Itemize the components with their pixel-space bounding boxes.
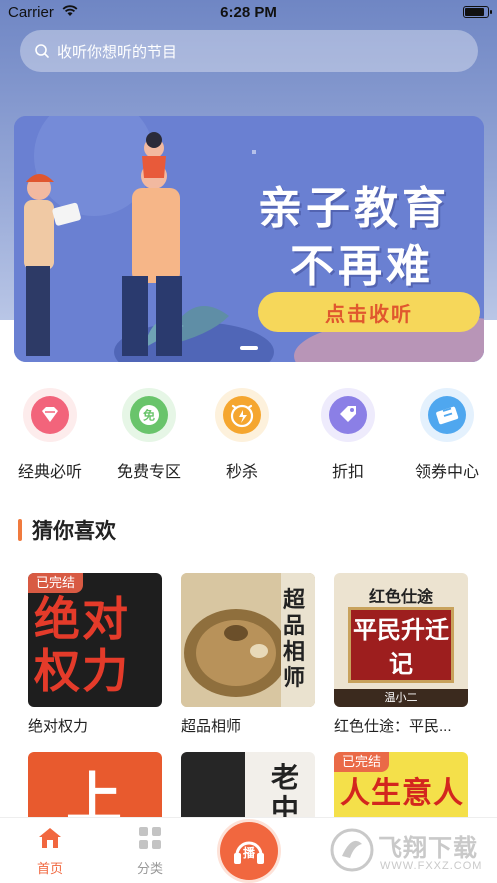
quick-link-discount[interactable]: 折扣 xyxy=(303,388,393,482)
quick-link-label: 领券中心 xyxy=(414,464,479,481)
quick-link-label: 折扣 xyxy=(331,464,364,481)
quick-link-label: 经典必听 xyxy=(17,464,82,481)
watermark-logo: 飞翔下载 WWW.FXXZ.COM xyxy=(330,822,490,880)
book-title: 绝对权力 xyxy=(28,718,89,735)
section-header-recommend: 猜你喜欢 xyxy=(18,516,116,544)
banner-page-indicator xyxy=(240,346,258,350)
quick-link-label: 免费专区 xyxy=(116,464,181,481)
clock: 6:28 PM xyxy=(220,4,277,21)
cover-text: 绝对权力 xyxy=(34,593,130,697)
cover-text: 超品相师 xyxy=(282,587,305,690)
diamond-icon xyxy=(31,396,69,434)
banner-title-line1: 亲子教育 xyxy=(258,184,450,233)
cover-author: 温小二 xyxy=(334,689,468,707)
book-cover: 红色仕途 平民升迁记 温小二 xyxy=(334,573,468,707)
watermark-text: 飞翔下载 xyxy=(378,835,478,862)
tab-category[interactable]: 分类 xyxy=(110,826,190,877)
quick-link-classic[interactable]: 经典必听 xyxy=(5,388,95,482)
status-bar: Carrier 6:28 PM xyxy=(0,0,497,26)
grid-icon xyxy=(139,827,161,849)
banner-listen-button[interactable]: 点击收听 xyxy=(258,292,480,332)
book-cover: 绝对权力 已完结 xyxy=(28,573,162,707)
watermark-emblem-icon xyxy=(330,828,374,872)
coupon-icon xyxy=(428,396,466,434)
alarm-clock-icon xyxy=(223,396,261,434)
quick-link-flash-sale[interactable]: 秒杀 xyxy=(197,388,287,482)
play-button-label: 播 xyxy=(242,846,255,860)
search-placeholder: 收听你想听的节目 xyxy=(57,43,178,61)
quick-link-label: 秒杀 xyxy=(225,464,258,481)
book-card[interactable]: 绝对权力 已完结 绝对权力 xyxy=(28,573,162,736)
banner-title-line2: 不再难 xyxy=(290,242,434,291)
status-badge: 已完结 xyxy=(28,573,84,593)
quick-link-free[interactable]: 免 免费专区 xyxy=(104,388,194,482)
cover-text-top: 红色仕途 xyxy=(368,589,433,606)
tab-home-label: 首页 xyxy=(36,861,63,876)
tab-category-label: 分类 xyxy=(136,861,163,876)
book-card[interactable]: 超品相师 超品相师 xyxy=(181,573,315,736)
cover-text-main: 平民升迁记 xyxy=(348,607,454,683)
battery-icon xyxy=(463,6,492,18)
cover-text: 人生意人 xyxy=(340,777,464,810)
book-cover: 超品相师 xyxy=(181,573,315,707)
svg-text:免: 免 xyxy=(143,408,155,423)
play-button[interactable]: 播 xyxy=(220,822,278,880)
tag-icon xyxy=(329,396,367,434)
watermark-url: WWW.FXXZ.COM xyxy=(380,860,483,872)
status-badge: 已完结 xyxy=(334,752,390,772)
quick-link-coupons[interactable]: 领券中心 xyxy=(402,388,492,482)
promo-banner[interactable]: 亲子教育 不再难 点击收听 xyxy=(14,116,484,362)
book-card[interactable]: 红色仕途 平民升迁记 温小二 红色仕途：平民... xyxy=(334,573,468,736)
book-title: 超品相师 xyxy=(181,718,242,735)
quick-links: 经典必听 免 免费专区 秒杀 折扣 领券中心 xyxy=(0,388,497,488)
search-icon xyxy=(35,44,49,58)
book-title: 红色仕途：平民... xyxy=(334,718,452,735)
home-icon xyxy=(39,828,61,848)
section-accent-bar xyxy=(18,519,22,541)
search-bar[interactable]: 收听你想听的节目 xyxy=(20,30,478,72)
section-title: 猜你喜欢 xyxy=(32,520,116,543)
tab-home[interactable]: 首页 xyxy=(10,826,90,877)
free-icon: 免 xyxy=(130,396,168,434)
